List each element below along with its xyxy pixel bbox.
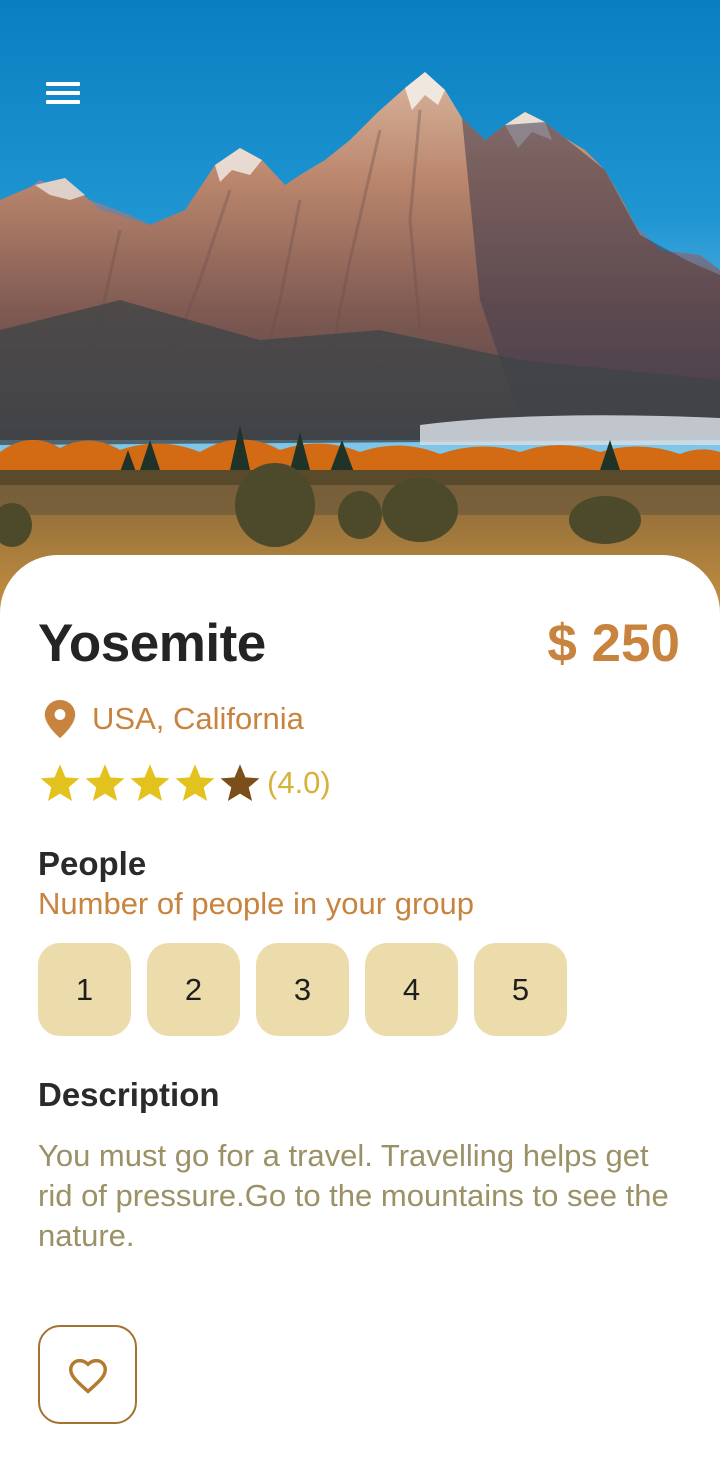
- rating: (4.0): [38, 760, 331, 806]
- place-title: Yosemite: [38, 614, 266, 673]
- price-label: $ 250: [547, 614, 680, 673]
- hero-image: [0, 0, 720, 620]
- description-title: Description: [38, 1076, 220, 1113]
- star-filled-icon: [40, 764, 80, 802]
- description-text: You must go for a travel. Travelling hel…: [38, 1138, 669, 1253]
- star-filled-icon: [175, 764, 215, 802]
- people-option-5[interactable]: 5: [474, 943, 567, 1036]
- people-option-4[interactable]: 4: [365, 943, 458, 1036]
- rating-score: (4.0): [267, 765, 331, 800]
- favorite-button[interactable]: [38, 1325, 137, 1424]
- location-pin-icon: [44, 700, 76, 738]
- people-option-1[interactable]: 1: [38, 943, 131, 1036]
- people-selector: 1 2 3 4 5: [38, 943, 583, 1036]
- hamburger-menu-icon[interactable]: [38, 72, 90, 116]
- people-option-3[interactable]: 3: [256, 943, 349, 1036]
- people-subtitle: Number of people in your group: [38, 886, 474, 921]
- location-text: USA, California: [92, 701, 304, 736]
- star-filled-icon: [130, 764, 170, 802]
- star-filled-icon: [85, 764, 125, 802]
- people-title: People: [38, 845, 147, 882]
- star-empty-icon: [220, 764, 260, 802]
- people-option-2[interactable]: 2: [147, 943, 240, 1036]
- heart-icon: [68, 1358, 107, 1394]
- location: USA, California: [44, 698, 304, 740]
